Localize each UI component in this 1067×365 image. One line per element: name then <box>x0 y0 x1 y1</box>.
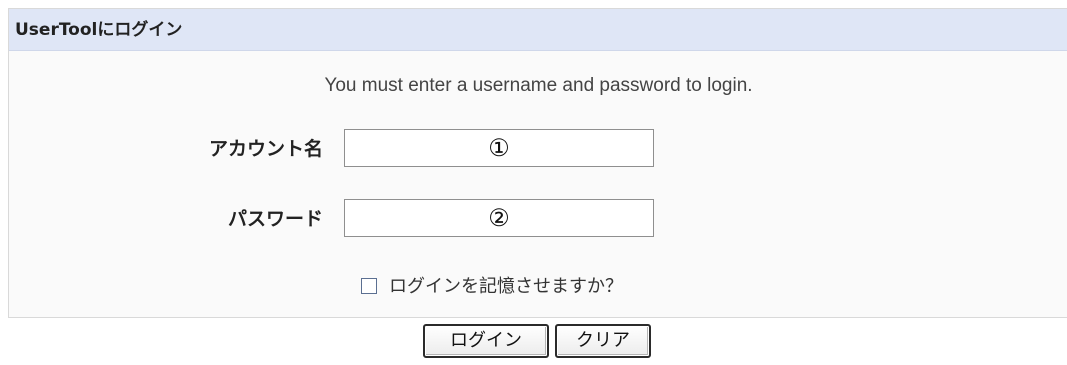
form-buttons: ログイン クリア <box>423 324 651 358</box>
login-instructions: You must enter a username and password t… <box>324 75 753 96</box>
remember-me-checkbox[interactable] <box>361 277 377 294</box>
password-input[interactable]: ② <box>344 199 654 237</box>
remember-me-option[interactable]: ログインを記憶させますか？ <box>361 275 623 299</box>
remember-me-label: ログインを記憶させますか？ <box>389 276 623 297</box>
login-panel: UserToolにログイン You must enter a username … <box>8 8 1067 318</box>
panel-title: UserToolにログイン <box>9 9 1067 51</box>
account-input[interactable]: ① <box>344 129 654 167</box>
account-label: アカウント名 <box>208 138 323 160</box>
password-label: パスワード <box>227 208 323 230</box>
clear-button[interactable]: クリア <box>555 324 651 358</box>
login-button[interactable]: ログイン <box>423 324 549 358</box>
